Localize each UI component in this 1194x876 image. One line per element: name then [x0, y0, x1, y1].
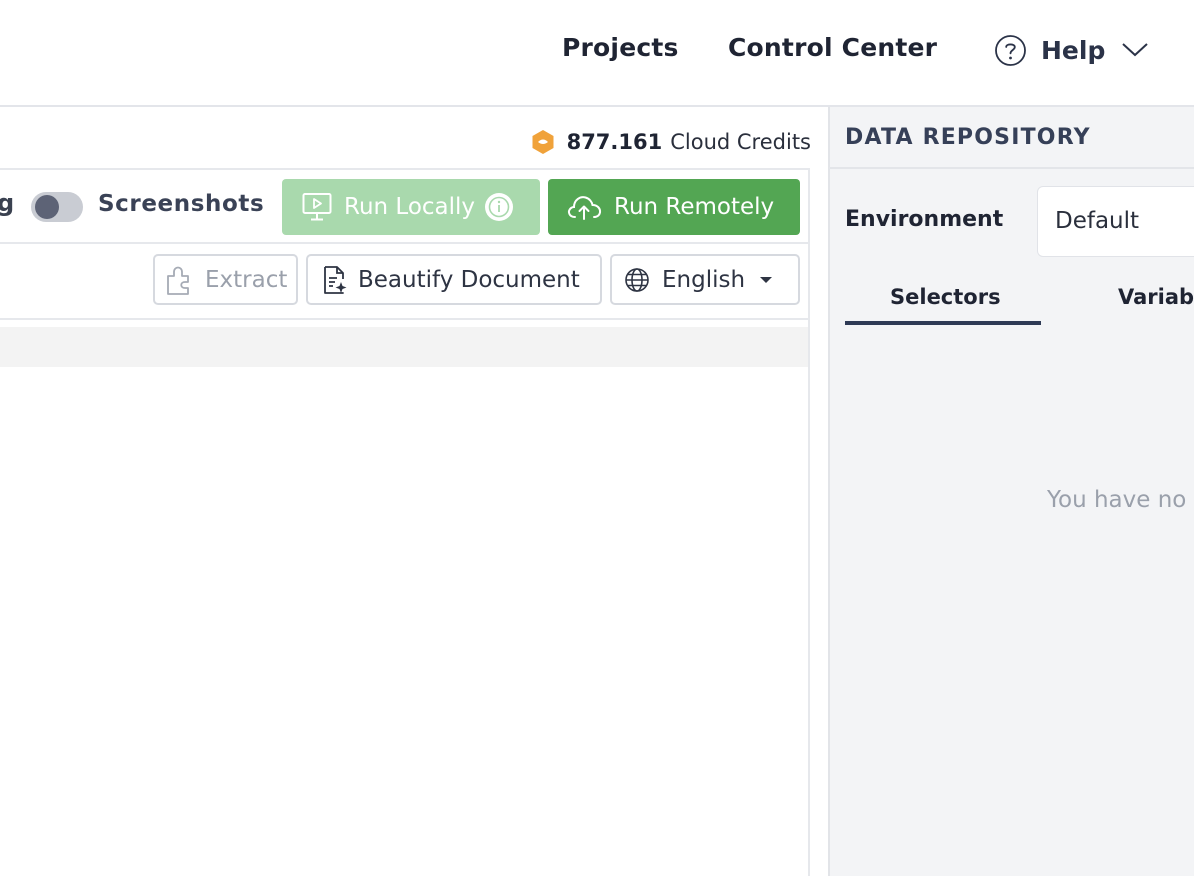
- extract-label: Extract: [205, 266, 288, 293]
- monitor-play-icon: [302, 193, 332, 221]
- editor-divider: [808, 168, 810, 876]
- cloud-credits-icon: [532, 130, 554, 154]
- cloud-credits: 877.161 Cloud Credits: [531, 127, 811, 157]
- tab-variables[interactable]: Variabl: [1118, 285, 1194, 309]
- truncated-label: g: [0, 189, 15, 217]
- environment-value: Default: [1055, 208, 1140, 234]
- nav-help-menu[interactable]: Help: [994, 33, 1149, 67]
- run-remotely-label: Run Remotely: [614, 194, 775, 220]
- help-label: Help: [1041, 35, 1106, 65]
- cloud-upload-icon: [568, 196, 602, 220]
- info-icon: [485, 193, 514, 221]
- run-locally-label: Run Locally: [344, 194, 476, 220]
- environment-select[interactable]: Default: [1037, 186, 1194, 257]
- repository-title: DATA REPOSITORY: [845, 125, 1091, 150]
- caret-down-icon: [760, 276, 773, 283]
- language-value: English: [662, 266, 746, 293]
- top-navigation: Projects Control Center Help: [0, 0, 1194, 107]
- run-locally-button[interactable]: Run Locally: [282, 179, 540, 235]
- extract-button[interactable]: Extract: [153, 254, 298, 305]
- puzzle-icon: [167, 266, 189, 295]
- credits-value: 877.161: [566, 130, 663, 154]
- screenshots-label: Screenshots: [98, 191, 265, 217]
- tab-selectors[interactable]: Selectors: [890, 285, 1001, 309]
- repository-divider: [829, 167, 1194, 169]
- active-tab-indicator: [845, 321, 1041, 325]
- run-remotely-button[interactable]: Run Remotely: [548, 179, 800, 235]
- help-circle-icon: [995, 34, 1026, 66]
- globe-icon: [625, 267, 649, 292]
- screenshots-toggle[interactable]: [31, 192, 83, 222]
- toggle-knob: [35, 195, 59, 219]
- language-select[interactable]: English: [610, 254, 800, 305]
- nav-projects-link[interactable]: Projects: [562, 33, 679, 62]
- environment-label: Environment: [845, 207, 1004, 232]
- editor-header-strip: [0, 327, 808, 367]
- beautify-document-button[interactable]: Beautify Document: [306, 254, 602, 305]
- chevron-down-icon: [1122, 43, 1149, 57]
- beautify-document-label: Beautify Document: [358, 266, 580, 293]
- credits-unit: Cloud Credits: [670, 130, 811, 154]
- nav-control-center-link[interactable]: Control Center: [728, 33, 937, 62]
- empty-state-message: You have no: [1047, 487, 1187, 513]
- document-sparkle-icon: [324, 265, 347, 294]
